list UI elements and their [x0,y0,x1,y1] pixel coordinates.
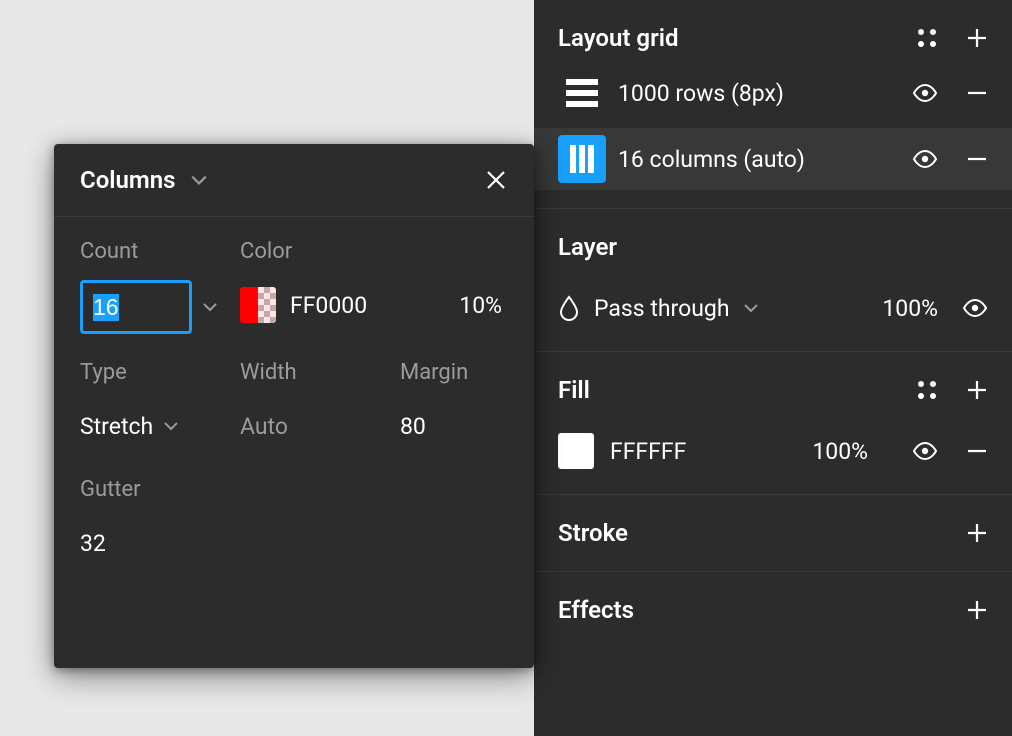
type-value: Stretch [80,413,153,440]
layer-header: Layer [558,227,988,267]
fill-title: Fill [558,376,590,404]
layer-opacity-value[interactable]: 100% [882,295,938,322]
fill-opacity-value[interactable]: 100% [812,438,868,465]
chevron-down-icon[interactable] [202,299,218,315]
color-alpha-value[interactable]: 10% [459,292,508,319]
count-input[interactable] [80,280,192,334]
eye-icon[interactable] [962,295,988,321]
margin-label: Margin [400,360,508,385]
layout-grid-row-rows[interactable]: 1000 rows (8px) [534,62,1012,124]
effects-header: Effects [558,590,988,630]
layout-grid-row-label: 16 columns (auto) [618,146,912,173]
blend-droplet-icon [558,295,580,321]
columns-popover-title: Columns [80,166,176,194]
color-hex-value[interactable]: FF0000 [290,292,445,319]
type-label: Type [80,360,240,385]
fill-header: Fill [558,370,988,410]
styles-icon[interactable] [916,379,938,401]
color-row: FF0000 10% [240,280,508,330]
columns-type-dropdown[interactable]: Columns [80,166,208,194]
count-label: Count [80,239,240,264]
styles-icon[interactable] [916,27,938,49]
plus-icon[interactable] [966,27,988,49]
plus-icon[interactable] [966,522,988,544]
fill-swatch[interactable] [558,433,594,469]
close-icon[interactable] [484,168,508,192]
fill-hex-value[interactable]: FFFFFF [610,438,812,465]
columns-popover-body: Count Color FF0000 10% [54,217,534,598]
columns-popover-header: Columns [54,144,534,217]
color-swatch[interactable] [240,287,276,323]
properties-sidebar: Layout grid 1000 rows (8px) [534,0,1012,736]
columns-icon [558,135,606,183]
layer-title: Layer [558,233,617,261]
layout-grid-title: Layout grid [558,24,678,52]
width-label: Width [240,360,400,385]
layout-grid-section: Layout grid 1000 rows (8px) [534,0,1012,209]
stroke-section: Stroke [534,495,1012,572]
fill-section: Fill FFFFFF 100% [534,352,1012,495]
layer-section: Layer Pass through 100% [534,209,1012,352]
eye-icon[interactable] [912,438,938,464]
eye-icon[interactable] [912,80,938,106]
minus-icon[interactable] [966,148,988,170]
effects-section: Effects [534,572,1012,648]
effects-title: Effects [558,596,634,624]
eye-icon[interactable] [912,146,938,172]
minus-icon[interactable] [966,440,988,462]
color-label: Color [240,239,508,264]
minus-icon[interactable] [966,82,988,104]
blend-mode-select[interactable]: Pass through [558,295,882,322]
plus-icon[interactable] [966,599,988,621]
type-select[interactable]: Stretch [80,401,240,451]
layout-grid-row-columns[interactable]: 16 columns (auto) [534,128,1012,190]
layout-grid-row-label: 1000 rows (8px) [618,80,912,107]
layer-row: Pass through 100% [558,283,988,333]
fill-row: FFFFFF 100% [558,426,988,476]
margin-value[interactable]: 80 [400,401,508,451]
blend-mode-label: Pass through [594,295,729,322]
width-value[interactable]: Auto [240,401,400,451]
rows-icon [558,69,606,117]
chevron-down-icon [743,300,759,316]
stroke-title: Stroke [558,519,628,547]
columns-popover: Columns Count Color [54,144,534,668]
gutter-value[interactable]: 32 [80,518,240,568]
gutter-label: Gutter [80,477,240,502]
stroke-header: Stroke [558,513,988,553]
plus-icon[interactable] [966,379,988,401]
layout-grid-header: Layout grid [558,18,988,58]
chevron-down-icon [163,418,179,434]
chevron-down-icon [190,171,208,189]
